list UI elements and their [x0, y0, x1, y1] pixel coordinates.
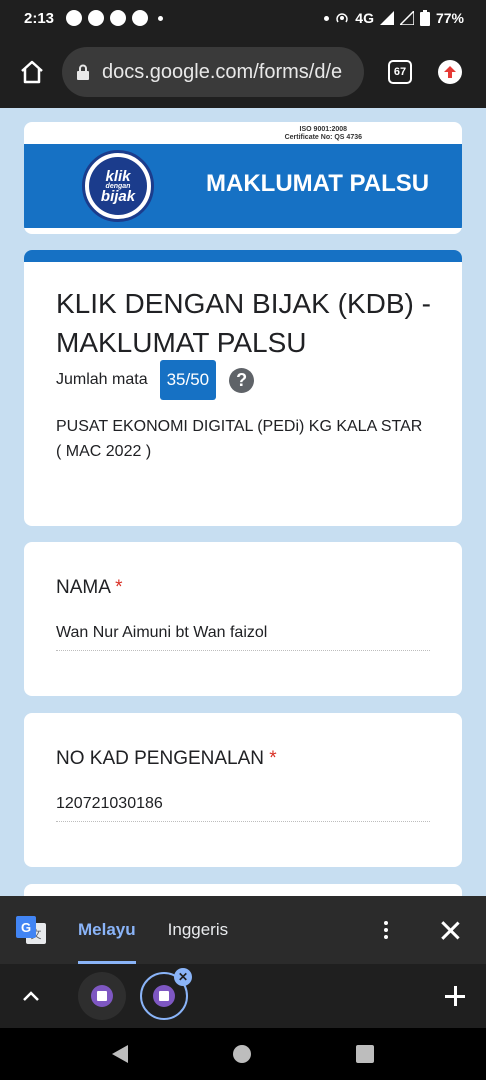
google-forms-icon: [153, 985, 175, 1007]
question-card-nama: NAMA * Wan Nur Aimuni bt Wan faizol: [24, 542, 462, 696]
tab-melayu[interactable]: Melayu: [78, 896, 136, 964]
url-text: docs.google.com/forms/d/e: [102, 60, 343, 83]
question-text: NO KAD PENGENALAN: [56, 748, 264, 769]
close-icon[interactable]: [440, 920, 460, 940]
tab-thumbnail-active[interactable]: ✕: [140, 968, 192, 1020]
tab-thumbnail[interactable]: [78, 972, 126, 1020]
iso-certificate: ISO 9001:2008 Certificate No: QS 4736: [285, 126, 362, 142]
klik-dengan-bijak-logo: klik dengan bijak: [82, 150, 154, 222]
logo-text: klik dengan bijak: [89, 157, 147, 215]
new-tab-icon[interactable]: [444, 985, 466, 1007]
required-mark: *: [115, 577, 123, 598]
tab-group-strip: ✕: [0, 964, 486, 1028]
more-notifications-dot: [158, 15, 164, 21]
iso-line-2: Certificate No: QS 4736: [284, 134, 362, 141]
required-mark: *: [269, 748, 277, 769]
card-accent: [24, 250, 462, 262]
notification-icon: [88, 10, 105, 26]
tab-close-icon[interactable]: ✕: [174, 968, 192, 986]
question-card-next: [24, 884, 462, 896]
logo-line-3: bijak: [100, 187, 136, 205]
banner-band: klik dengan bijak MAKLUMAT PALSU: [24, 144, 462, 228]
description-line-1: PUSAT EKONOMI DIGITAL (PEDi) KG KALA STA…: [56, 418, 423, 435]
answer-field[interactable]: 120721030186: [56, 795, 430, 822]
url-field[interactable]: docs.google.com/forms/d/e: [62, 47, 364, 97]
notification-icons: [66, 10, 164, 26]
question-label: NO KAD PENGENALAN *: [56, 748, 277, 770]
question-card-ic: NO KAD PENGENALAN * 120721030186: [24, 713, 462, 867]
tab-switcher-button[interactable]: 67: [388, 60, 412, 84]
score-row: Jumlah mata 35/50 ?: [56, 360, 255, 400]
battery-icon: [419, 10, 430, 26]
tab-inggeris[interactable]: Inggeris: [168, 896, 228, 964]
tab-count: 67: [393, 66, 407, 78]
notification-icon: [132, 10, 149, 26]
signal-icon: [379, 11, 394, 25]
arrow-up-icon: [444, 66, 456, 78]
browser-toolbar: docs.google.com/forms/d/e 67: [0, 36, 486, 108]
more-vert-icon[interactable]: [376, 915, 396, 945]
answer-field[interactable]: Wan Nur Aimuni bt Wan faizol: [56, 624, 430, 651]
form-header-banner: ISO 9001:2008 Certificate No: QS 4736 kl…: [24, 122, 462, 234]
help-icon[interactable]: ?: [229, 367, 255, 393]
lock-icon: [77, 64, 89, 80]
form-description: PUSAT EKONOMI DIGITAL (PEDi) KG KALA STA…: [56, 414, 426, 464]
google-forms-icon: [91, 985, 113, 1007]
score-badge: 35/50: [159, 360, 217, 400]
recents-icon[interactable]: [355, 1045, 374, 1063]
chevron-up-icon[interactable]: [22, 987, 40, 1005]
iso-line-1: ISO 9001:2008: [299, 126, 348, 133]
battery-level: 77%: [435, 10, 464, 26]
home-button[interactable]: [14, 54, 50, 90]
score-label: Jumlah mata: [56, 371, 148, 388]
system-nav-bar: [0, 1028, 486, 1080]
back-icon[interactable]: [112, 1045, 129, 1063]
status-bar: 2:13 4G 77%: [0, 0, 486, 36]
status-time: 2:13: [24, 9, 55, 27]
home-icon: [21, 60, 43, 84]
hotspot-icon: [336, 13, 349, 23]
update-button[interactable]: [438, 60, 462, 84]
notification-icon: [110, 10, 127, 26]
description-line-2: ( MAC 2022 ): [56, 443, 152, 460]
signal-icon: [399, 11, 414, 25]
form-page[interactable]: ISO 9001:2008 Certificate No: QS 4736 kl…: [0, 108, 486, 896]
logo-line-1: klik: [105, 167, 131, 185]
whatsapp-icon: [66, 10, 83, 26]
banner-title: MAKLUMAT PALSU: [206, 170, 430, 197]
translate-icon-front: G: [16, 916, 36, 938]
google-translate-icon[interactable]: 文 G: [16, 916, 46, 944]
home-nav-icon[interactable]: [232, 1045, 251, 1063]
network-type: 4G: [355, 10, 374, 26]
system-indicators: 4G 77%: [320, 10, 464, 26]
dot-icon: [324, 15, 330, 21]
form-title: KLIK DENGAN BIJAK (KDB) - MAKLUMAT PALSU: [56, 288, 431, 358]
translate-bar: 文 G Melayu Inggeris: [0, 896, 486, 964]
question-text: NAMA: [56, 577, 110, 598]
question-label: NAMA *: [56, 577, 123, 599]
form-title-card: KLIK DENGAN BIJAK (KDB) - MAKLUMAT PALSU…: [24, 250, 462, 526]
